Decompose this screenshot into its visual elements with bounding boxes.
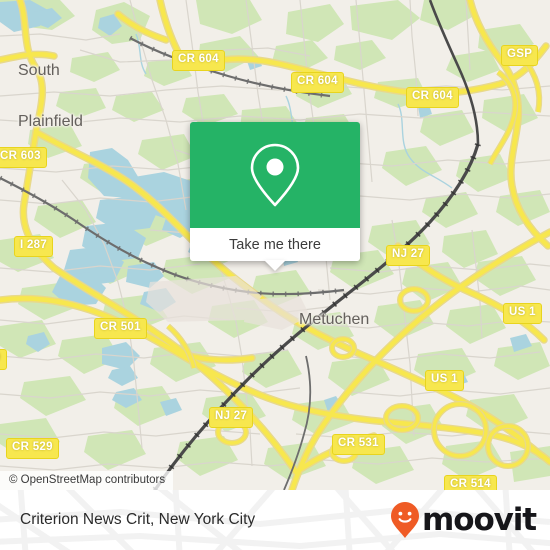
moovit-map-screen: South Plainfield Metuchen CR 604 CR 604 … xyxy=(0,0,550,550)
road-shield-nj-27-north[interactable]: NJ 27 xyxy=(386,245,431,266)
location-popup-card[interactable]: Take me there xyxy=(190,122,360,271)
road-shield-us-1-south[interactable]: US 1 xyxy=(425,370,464,391)
road-shield-cr-604-mid[interactable]: CR 604 xyxy=(291,72,344,93)
osm-attribution[interactable]: © OpenStreetMap contributors xyxy=(0,471,174,490)
moovit-brand[interactable]: moovit xyxy=(390,501,537,539)
road-shield-gsp[interactable]: GSP xyxy=(501,45,539,66)
road-shield-cr-604-east[interactable]: CR 604 xyxy=(406,87,459,108)
road-shield-nj-27-south[interactable]: NJ 27 xyxy=(209,407,254,428)
take-me-there-label: Take me there xyxy=(229,236,321,253)
popup-pointer-tail xyxy=(264,260,286,271)
road-shield-i-287[interactable]: I 287 xyxy=(14,236,54,257)
footer-bar: Criterion News Crit, New York City moovi… xyxy=(0,490,550,550)
popup-image-panel xyxy=(190,122,360,228)
road-shield-cr-531[interactable]: CR 531 xyxy=(332,434,385,455)
location-title: Criterion News Crit, New York City xyxy=(20,511,256,528)
popup-action-panel[interactable]: Take me there xyxy=(190,228,360,261)
moovit-smiley-pin-icon xyxy=(391,502,420,538)
moovit-wordmark: moovit xyxy=(422,501,537,538)
road-shield-cr-501[interactable]: CR 501 xyxy=(94,318,147,339)
map-canvas[interactable]: South Plainfield Metuchen CR 604 CR 604 … xyxy=(0,0,550,490)
map-pin-icon xyxy=(250,143,300,207)
road-shield-9[interactable]: 9 xyxy=(0,349,7,370)
road-shield-us-1-north[interactable]: US 1 xyxy=(503,303,542,324)
road-shield-cr-603[interactable]: CR 603 xyxy=(0,147,47,168)
road-shield-cr-514[interactable]: CR 514 xyxy=(444,475,497,490)
road-shield-cr-604-west[interactable]: CR 604 xyxy=(172,50,225,71)
road-shield-cr-529[interactable]: CR 529 xyxy=(6,438,59,459)
